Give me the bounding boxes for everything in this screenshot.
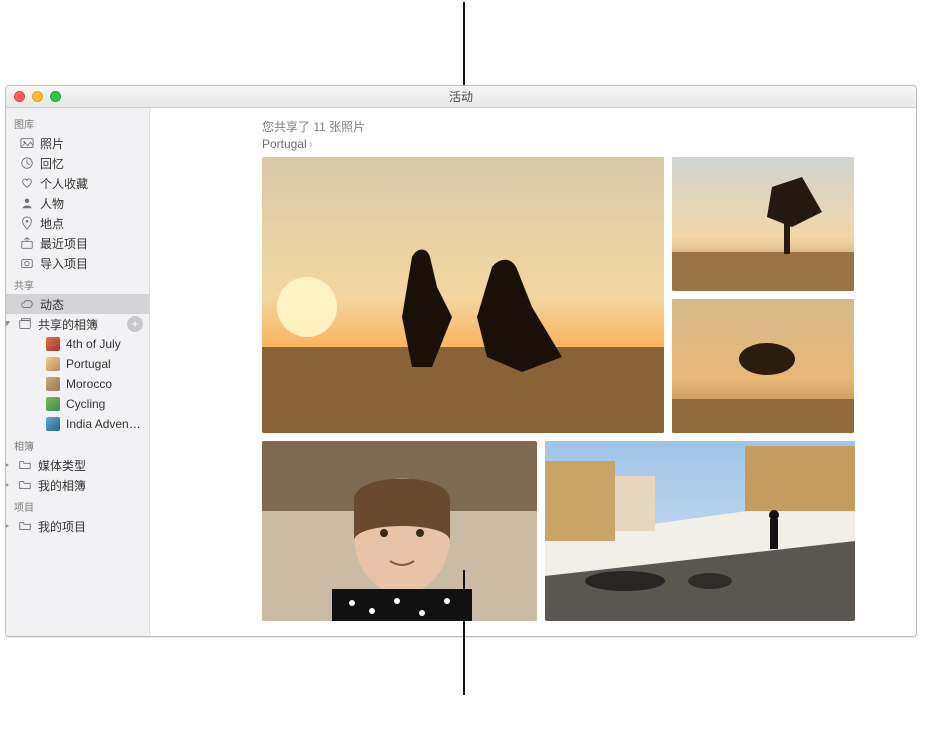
- callout-line-bottom: [463, 570, 465, 695]
- sidebar-item-label: Cycling: [66, 397, 143, 411]
- sidebar-item-label: 地点: [40, 215, 143, 232]
- sidebar-item-favorites[interactable]: 个人收藏: [6, 173, 149, 193]
- photos-icon: [20, 136, 34, 150]
- sidebar-item-media-types[interactable]: 媒体类型: [6, 455, 149, 475]
- sidebar-shared-album[interactable]: Portugal: [6, 354, 149, 374]
- sidebar-item-label: Portugal: [66, 357, 143, 371]
- sidebar-item-label: 动态: [40, 296, 143, 313]
- sidebar-item-people[interactable]: 人物: [6, 193, 149, 213]
- window-title: 活动: [6, 88, 916, 105]
- import-icon: [20, 256, 34, 270]
- sidebar-header-albums: 相簿: [6, 434, 149, 455]
- photo-grid-row-1: [262, 157, 886, 433]
- sidebar-item-activity[interactable]: 动态: [6, 294, 149, 314]
- photo-thumbnail[interactable]: [672, 299, 854, 433]
- sidebar-item-photos[interactable]: 照片: [6, 133, 149, 153]
- sidebar-item-label: India Adventure: [66, 417, 143, 431]
- album-name-label: Portugal: [262, 137, 307, 151]
- sidebar-item-label: Morocco: [66, 377, 143, 391]
- people-icon: [20, 196, 34, 210]
- sidebar-shared-album[interactable]: 4th of July: [6, 334, 149, 354]
- sidebar-shared-album[interactable]: Cycling: [6, 394, 149, 414]
- folder-icon: [18, 519, 32, 533]
- sidebar-item-shared-albums[interactable]: 共享的相簿 +: [6, 314, 149, 334]
- photo-thumbnail[interactable]: [262, 441, 537, 621]
- sidebar-item-label: 4th of July: [66, 337, 143, 351]
- sidebar-item-memories[interactable]: 回忆: [6, 153, 149, 173]
- disclosure-triangle-icon[interactable]: [6, 319, 12, 329]
- app-window: 活动 图库 照片 回忆 个人收藏 人物 地点: [5, 85, 917, 637]
- sidebar-item-label: 媒体类型: [38, 457, 143, 474]
- sidebar: 图库 照片 回忆 个人收藏 人物 地点: [6, 108, 150, 636]
- sidebar-item-label: 人物: [40, 195, 143, 212]
- share-summary-text: 您共享了 11 张照片: [262, 118, 886, 135]
- sidebar-item-label: 个人收藏: [40, 175, 143, 192]
- folder-icon: [18, 478, 32, 492]
- sidebar-item-label: 我的相簿: [38, 477, 143, 494]
- sidebar-item-label: 共享的相簿: [38, 316, 121, 333]
- album-thumbnail: [46, 377, 60, 391]
- sidebar-header-projects: 项目: [6, 495, 149, 516]
- sidebar-item-label: 照片: [40, 135, 143, 152]
- recent-icon: [20, 236, 34, 250]
- sidebar-item-my-projects[interactable]: 我的项目: [6, 516, 149, 536]
- album-thumbnail: [46, 337, 60, 351]
- shared-album-icon: [18, 317, 32, 331]
- disclosure-triangle-icon[interactable]: [6, 521, 12, 531]
- cloud-icon: [20, 297, 34, 311]
- places-icon: [20, 216, 34, 230]
- album-thumbnail: [46, 417, 60, 431]
- sidebar-item-label: 最近项目: [40, 235, 143, 252]
- photo-grid-row-2: [262, 441, 886, 621]
- photo-thumbnail[interactable]: [262, 157, 664, 433]
- album-link[interactable]: Portugal ›: [262, 137, 313, 151]
- album-thumbnail: [46, 357, 60, 371]
- sidebar-shared-album[interactable]: Morocco: [6, 374, 149, 394]
- main-content: 您共享了 11 张照片 Portugal ›: [150, 108, 916, 636]
- sidebar-header-library: 图库: [6, 112, 149, 133]
- heart-icon: [20, 176, 34, 190]
- sidebar-shared-album[interactable]: India Adventure: [6, 414, 149, 434]
- folder-icon: [18, 458, 32, 472]
- disclosure-triangle-icon[interactable]: [6, 460, 12, 470]
- chevron-right-icon: ›: [309, 137, 313, 151]
- add-shared-album-button[interactable]: +: [127, 316, 143, 332]
- sidebar-item-label: 我的项目: [38, 518, 143, 535]
- memories-icon: [20, 156, 34, 170]
- titlebar: 活动: [6, 86, 916, 108]
- sidebar-header-shared: 共享: [6, 273, 149, 294]
- photo-thumbnail[interactable]: [545, 441, 855, 621]
- sidebar-item-imports[interactable]: 导入项目: [6, 253, 149, 273]
- album-thumbnail: [46, 397, 60, 411]
- photo-thumbnail[interactable]: [672, 157, 854, 291]
- sidebar-item-places[interactable]: 地点: [6, 213, 149, 233]
- sidebar-item-my-albums[interactable]: 我的相簿: [6, 475, 149, 495]
- sidebar-item-label: 导入项目: [40, 255, 143, 272]
- disclosure-triangle-icon[interactable]: [6, 480, 12, 490]
- sidebar-item-recents[interactable]: 最近项目: [6, 233, 149, 253]
- sidebar-item-label: 回忆: [40, 155, 143, 172]
